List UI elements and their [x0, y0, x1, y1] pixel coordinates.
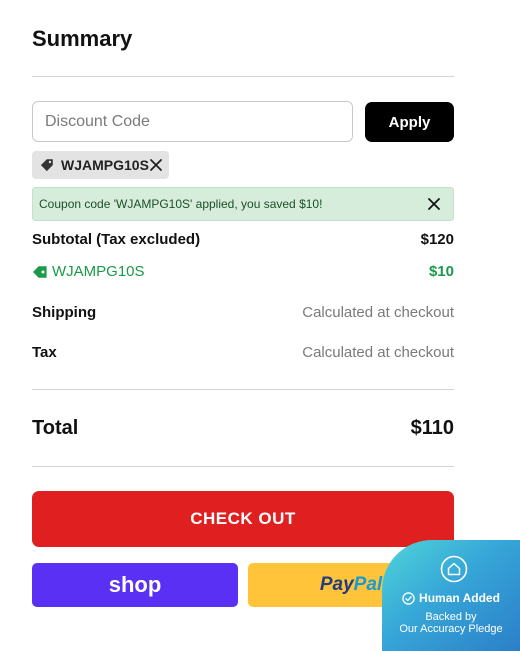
badge-title-row: Human Added [382, 591, 520, 605]
tag-icon [32, 265, 48, 279]
discount-line-code: WJAMPG10S [52, 263, 145, 280]
paypal-logo-part1: Pay [319, 574, 354, 595]
badge-title: Human Added [419, 591, 500, 605]
subtotal-label: Subtotal (Tax excluded) [32, 231, 201, 248]
badge-line1: Backed by [425, 611, 477, 623]
coupon-applied-notice: Coupon code 'WJAMPG10S' applied, you sav… [32, 187, 454, 221]
home-shield-icon [440, 555, 468, 583]
shipping-row: Shipping Calculated at checkout [32, 304, 454, 321]
tax-row: Tax Calculated at checkout [32, 344, 454, 361]
shop-pay-button[interactable]: shop [32, 563, 238, 607]
paypal-logo-part2: Pal [353, 574, 383, 595]
discount-line-value: $10 [428, 263, 454, 280]
badge-line2: Our Accuracy Pledge [399, 623, 503, 635]
check-circle-icon [402, 591, 415, 605]
notice-text: Coupon code 'WJAMPG10S' applied, you sav… [39, 197, 323, 211]
apply-button[interactable]: Apply [365, 102, 454, 142]
total-value: $110 [410, 417, 454, 439]
tax-label: Tax [32, 344, 57, 361]
discount-line-label: WJAMPG10S [32, 263, 145, 280]
divider-top [32, 76, 454, 77]
human-added-badge[interactable]: Human Added Backed by Our Accuracy Pledg… [382, 540, 520, 651]
remove-coupon-close-icon[interactable] [149, 158, 163, 172]
discount-code-input[interactable] [32, 101, 353, 142]
applied-coupon-chip: WJAMPG10S [32, 151, 169, 179]
applied-coupon-code: WJAMPG10S [61, 157, 149, 173]
discount-row: WJAMPG10S $10 [32, 263, 454, 280]
dismiss-notice-close-icon[interactable] [427, 197, 441, 211]
total-label: Total [32, 417, 79, 439]
shipping-label: Shipping [32, 304, 97, 321]
checkout-button[interactable]: CHECK OUT [32, 491, 454, 547]
tax-value: Calculated at checkout [302, 344, 454, 361]
summary-title: Summary [32, 26, 133, 51]
tag-icon [40, 158, 54, 172]
subtotal-row: Subtotal (Tax excluded) $120 [32, 231, 454, 248]
shipping-value: Calculated at checkout [302, 304, 454, 321]
divider-middle [32, 389, 454, 390]
divider-bottom [32, 466, 454, 467]
subtotal-value: $120 [420, 231, 454, 248]
total-row: Total $110 [32, 417, 454, 440]
